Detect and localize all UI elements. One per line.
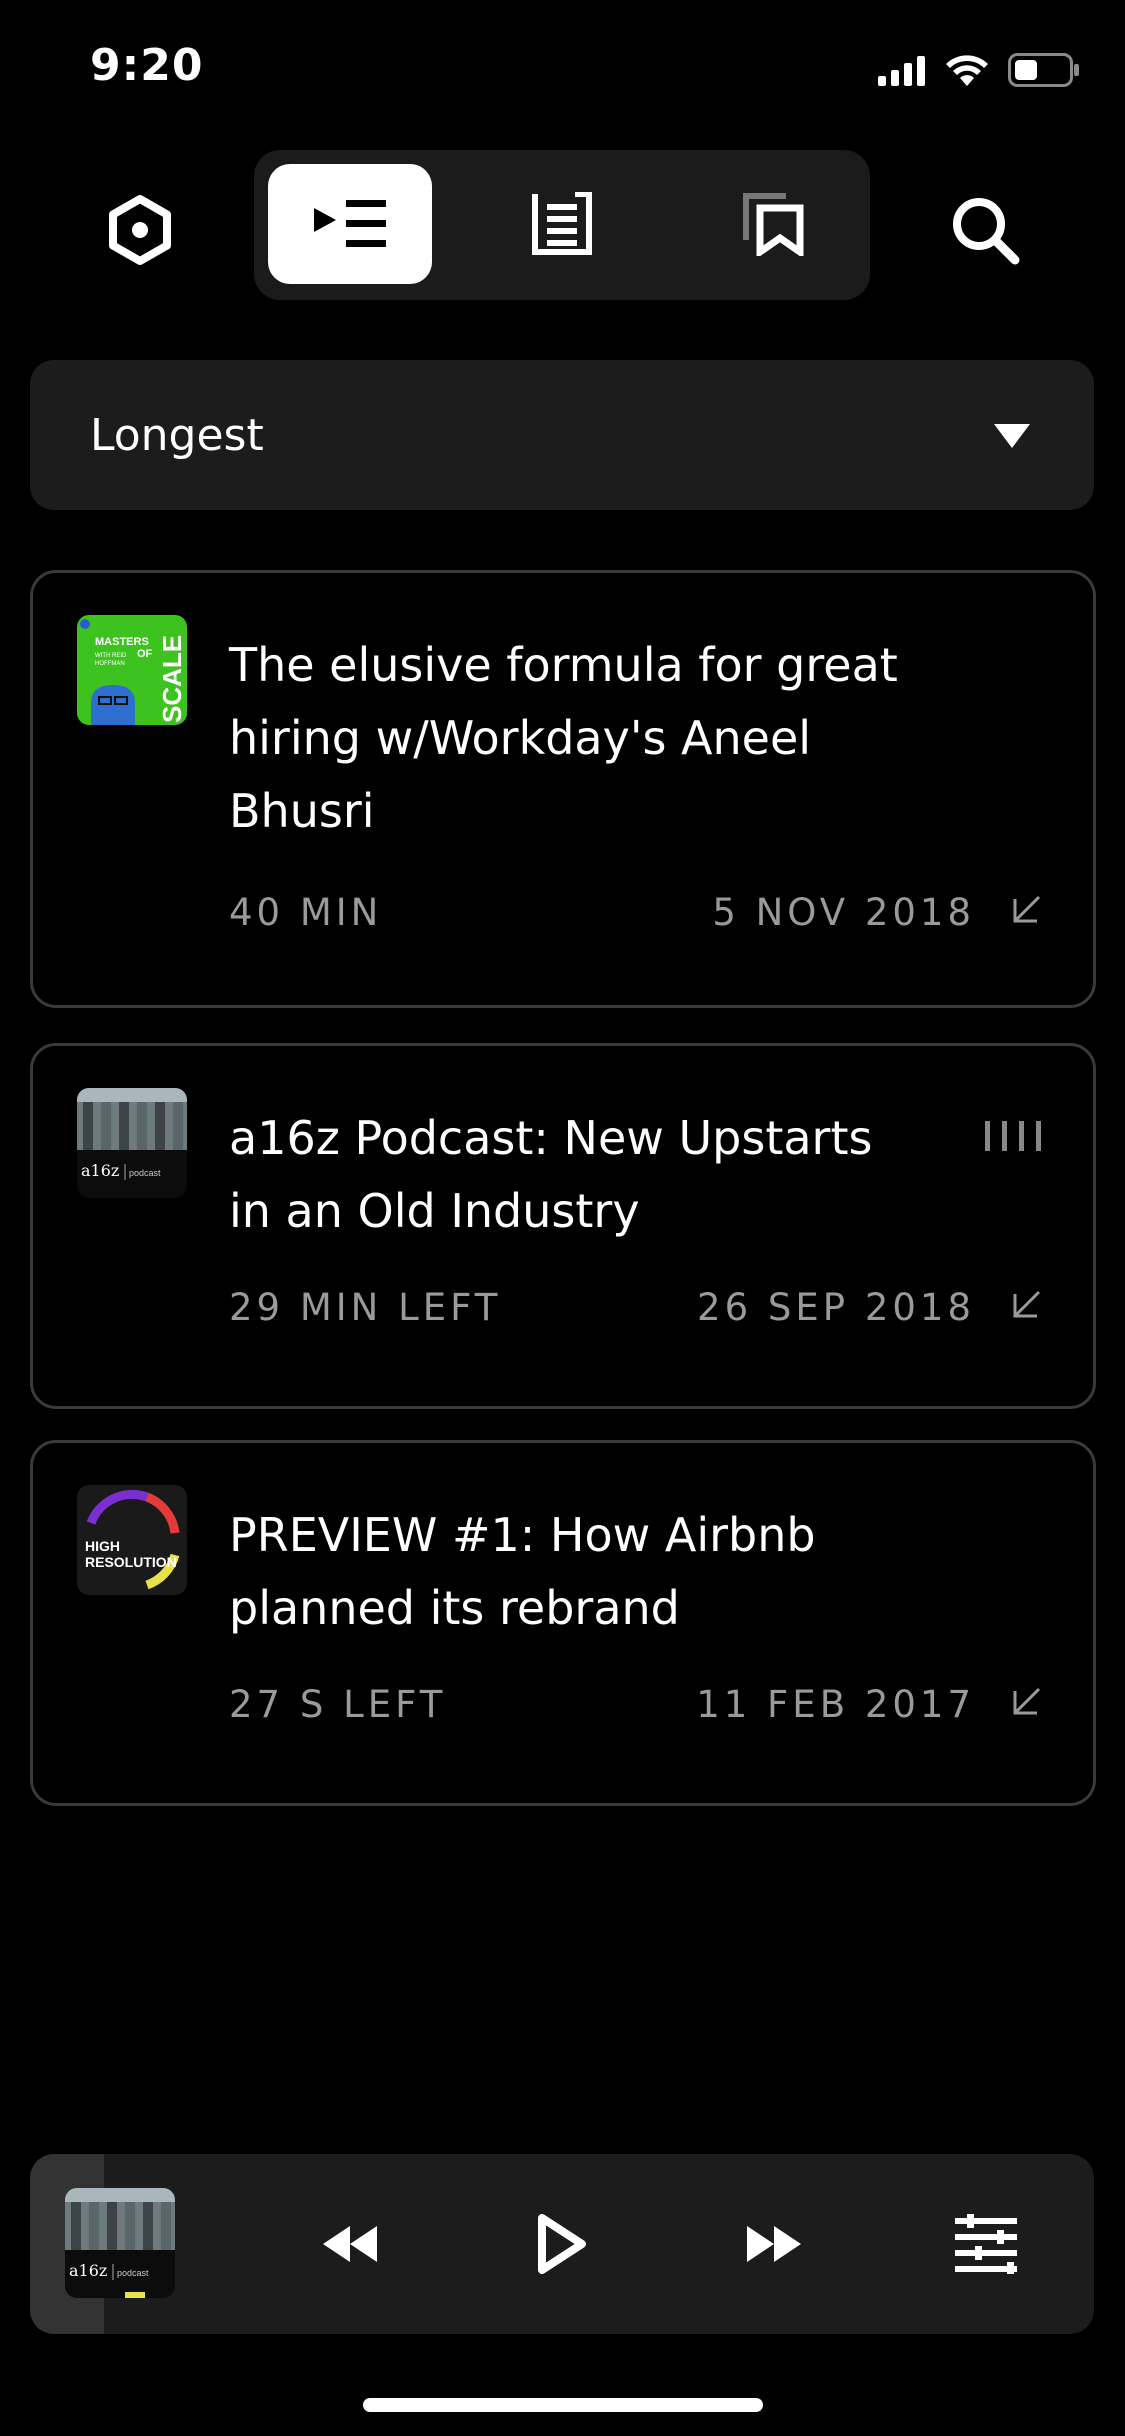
wifi-icon bbox=[946, 55, 988, 86]
bookmarks-icon bbox=[743, 193, 804, 256]
rewind-icon bbox=[323, 2226, 377, 2262]
podcast-artwork: MASTERS WITH REID HOFFMAN OF SCALE bbox=[77, 615, 187, 725]
artwork-brand: a16z bbox=[81, 1161, 119, 1180]
artwork-host: WITH REID bbox=[95, 653, 127, 659]
document-list-icon bbox=[532, 192, 592, 255]
mini-player[interactable]: a16z podcast bbox=[30, 2154, 1094, 2334]
episode-date: 11 FEB 2017 bbox=[696, 1683, 975, 1726]
status-bar: 9:20 bbox=[0, 0, 1125, 140]
listening-progress-icon bbox=[985, 1121, 1041, 1151]
cellular-signal-icon bbox=[878, 56, 925, 86]
settings-button[interactable] bbox=[95, 185, 185, 275]
artwork-sub: podcast bbox=[117, 2268, 149, 2278]
tab-list[interactable] bbox=[480, 164, 644, 284]
episode-card[interactable]: HIGH RESOLUTION PREVIEW #1: How Airbnb p… bbox=[30, 1440, 1096, 1806]
view-switcher bbox=[254, 150, 870, 300]
episode-title: a16z Podcast: New Upstarts in an Old Ind… bbox=[229, 1111, 873, 1238]
episode-card[interactable]: MASTERS WITH REID HOFFMAN OF SCALE The e… bbox=[30, 570, 1096, 1008]
episode-duration: 29 MIN LEFT bbox=[229, 1286, 502, 1329]
top-nav bbox=[0, 150, 1125, 300]
artwork-line: HIGH bbox=[85, 1538, 120, 1554]
episode-date: 26 SEP 2018 bbox=[697, 1286, 975, 1329]
episode-title: PREVIEW #1: How Airbnb planned its rebra… bbox=[229, 1508, 816, 1635]
play-queue-icon bbox=[314, 200, 386, 247]
status-time: 9:20 bbox=[90, 40, 204, 91]
fast-forward-icon bbox=[747, 2226, 801, 2262]
battery-icon bbox=[1008, 53, 1079, 87]
expand-arrow-icon[interactable] bbox=[1009, 1288, 1043, 1322]
search-icon bbox=[953, 198, 1020, 265]
episode-duration: 27 S LEFT bbox=[229, 1683, 447, 1726]
home-indicator bbox=[363, 2398, 763, 2412]
player-settings-button[interactable] bbox=[936, 2194, 1036, 2294]
artwork-sub: podcast bbox=[129, 1168, 161, 1178]
episode-date: 5 NOV 2018 bbox=[712, 891, 975, 934]
equalizer-sliders-icon bbox=[955, 2214, 1017, 2274]
episode-duration: 40 MIN bbox=[229, 891, 383, 934]
hexagon-settings-icon bbox=[109, 195, 171, 265]
rewind-button[interactable] bbox=[300, 2194, 400, 2294]
expand-arrow-icon[interactable] bbox=[1009, 893, 1043, 927]
search-button[interactable] bbox=[940, 185, 1030, 275]
caret-down-icon bbox=[994, 424, 1030, 448]
sort-label: Longest bbox=[90, 410, 264, 461]
artwork-title: SCALE bbox=[157, 635, 187, 723]
artwork-host: HOFFMAN bbox=[95, 661, 125, 667]
artwork-title: MASTERS bbox=[95, 636, 149, 648]
sort-dropdown[interactable]: Longest bbox=[30, 360, 1094, 510]
artwork-brand: a16z bbox=[69, 2261, 107, 2280]
episode-card[interactable]: a16z podcast a16z Podcast: New Upstarts … bbox=[30, 1043, 1096, 1409]
play-button[interactable] bbox=[512, 2194, 612, 2294]
tab-bookmarks[interactable] bbox=[692, 164, 856, 284]
podcast-artwork: a16z podcast bbox=[77, 1088, 187, 1198]
play-icon bbox=[538, 2214, 586, 2274]
now-playing-artwork[interactable]: a16z podcast bbox=[65, 2188, 175, 2298]
podcast-artwork: HIGH RESOLUTION bbox=[77, 1485, 187, 1595]
fast-forward-button[interactable] bbox=[724, 2194, 824, 2294]
artwork-title: OF bbox=[137, 648, 153, 660]
artwork-line: RESOLUTION bbox=[85, 1554, 177, 1570]
tab-queue[interactable] bbox=[268, 164, 432, 284]
status-icons bbox=[878, 50, 1080, 90]
expand-arrow-icon[interactable] bbox=[1009, 1685, 1043, 1719]
episode-title: The elusive formula for great hiring w/W… bbox=[229, 638, 898, 838]
